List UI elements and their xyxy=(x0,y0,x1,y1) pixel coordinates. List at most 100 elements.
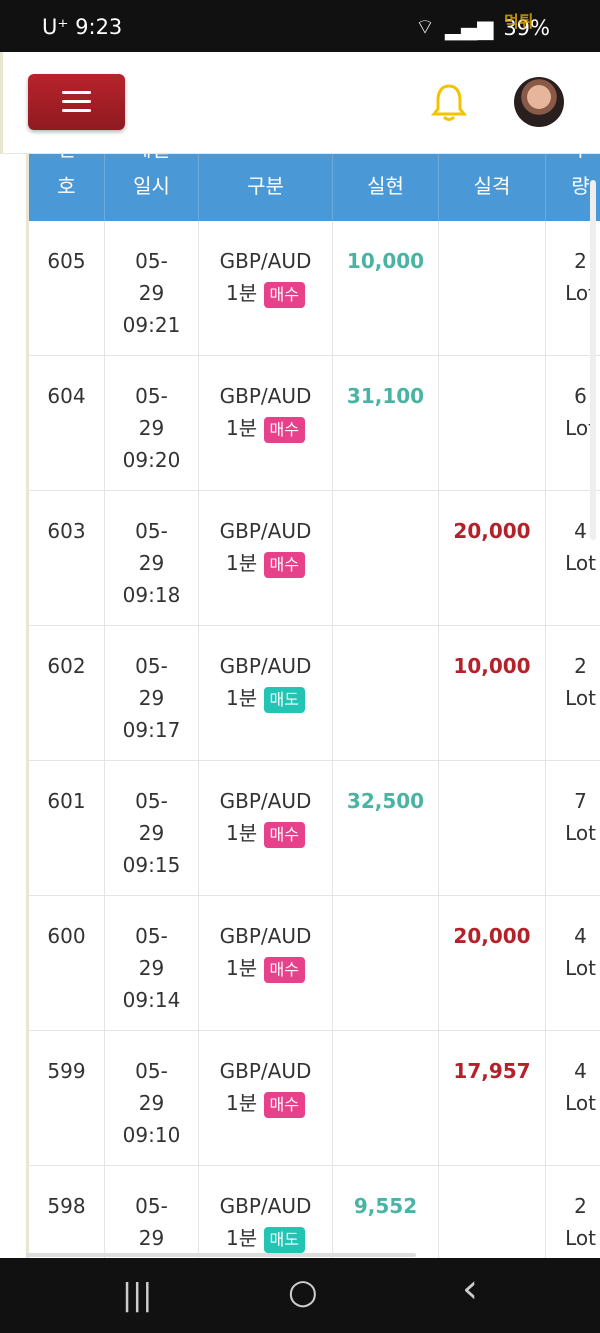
realized-gain: 32,500 xyxy=(346,789,425,813)
currency-pair: GBP/AUD xyxy=(219,1059,312,1083)
realized-loss: 17,957 xyxy=(453,1059,531,1083)
table-row[interactable]: 605 05- 29 09:21 GBP/AUD 1분 매수 10,000 2 Lot xyxy=(29,221,600,356)
trade-number: 601 xyxy=(47,789,86,813)
table-cell: GBP/AUD 1분 매수 xyxy=(199,761,333,896)
user-avatar[interactable] xyxy=(514,77,564,127)
table-cell xyxy=(439,221,546,356)
table-cell: 05- 29 09:18 xyxy=(105,491,199,626)
table-cell: 10,000 xyxy=(333,221,439,356)
realized-gain: 9,552 xyxy=(353,1194,418,1218)
currency-pair: GBP/AUD xyxy=(219,1194,312,1218)
column-header: 구분 xyxy=(199,154,333,221)
trade-day: 29 xyxy=(138,956,165,980)
table-cell: 17,957 xyxy=(439,1031,546,1166)
table-row[interactable]: 604 05- 29 09:20 GBP/AUD 1분 매수 31,100 6 Lot xyxy=(29,356,600,491)
table-cell: GBP/AUD 1분 매도 xyxy=(199,626,333,761)
trade-day: 29 xyxy=(138,1226,165,1250)
app-header xyxy=(0,52,600,154)
trade-number: 605 xyxy=(47,249,86,273)
side-badge: 매수 xyxy=(263,551,305,578)
period: 1분 xyxy=(226,956,258,980)
trade-date: 05- xyxy=(135,654,168,678)
side-badge: 매수 xyxy=(263,956,305,983)
trade-number: 603 xyxy=(47,519,86,543)
table-cell: GBP/AUD 1분 매수 xyxy=(199,491,333,626)
table-row[interactable]: 599 05- 29 09:10 GBP/AUD 1분 매수 17,957 4 Lot xyxy=(29,1031,600,1166)
watermark-logo: 먹튀 xyxy=(504,12,534,31)
trade-date: 05- xyxy=(135,1059,168,1083)
column-header: 실격 xyxy=(439,154,546,221)
table-row[interactable]: 602 05- 29 09:17 GBP/AUD 1분 매도 10,000 2 Lot xyxy=(29,626,600,761)
table-cell: 05- 29 09:14 xyxy=(105,896,199,1031)
trade-day: 29 xyxy=(138,1091,165,1115)
table-cell: 600 xyxy=(29,896,105,1031)
home-button[interactable]: ○ xyxy=(288,1272,318,1312)
quantity: 7 xyxy=(574,789,587,813)
column-header-line2: 실현 xyxy=(367,174,404,198)
table-cell: 05- 29 09:17 xyxy=(105,626,199,761)
quantity-unit: Lot xyxy=(565,1091,596,1115)
column-header-line1: 체결 xyxy=(105,154,198,162)
trade-time: 09:18 xyxy=(122,583,181,607)
quantity-unit: Lot xyxy=(565,1226,596,1250)
table-cell xyxy=(439,761,546,896)
table-row[interactable]: 601 05- 29 09:15 GBP/AUD 1분 매수 32,500 7 Lot xyxy=(29,761,600,896)
table-cell: 05- 29 09:21 xyxy=(105,221,199,356)
currency-pair: GBP/AUD xyxy=(219,789,312,813)
currency-pair: GBP/AUD xyxy=(219,519,312,543)
vertical-scrollbar[interactable] xyxy=(590,180,596,540)
quantity-unit: Lot xyxy=(565,551,596,575)
trade-time: 09:21 xyxy=(122,313,181,337)
trade-time: 09:10 xyxy=(122,1123,181,1147)
trade-time: 09:20 xyxy=(122,448,181,472)
table-row[interactable]: 598 05- 29 GBP/AUD 1분 매도 9,552 2 Lot xyxy=(29,1166,600,1258)
side-badge: 매수 xyxy=(263,281,305,308)
carrier-time: U⁺ 9:23 xyxy=(42,15,123,39)
column-header-line2: 실격 xyxy=(473,174,511,198)
trade-date: 05- xyxy=(135,384,168,408)
table-cell xyxy=(333,896,439,1031)
table-cell: 598 xyxy=(29,1166,105,1258)
trade-day: 29 xyxy=(138,551,165,575)
trade-day: 29 xyxy=(138,416,165,440)
period: 1분 xyxy=(226,1091,258,1115)
horizontal-scrollbar[interactable] xyxy=(26,1253,416,1257)
trade-history-table: 번호체결일시구분실현실격수량 60505-2909:21GBP/AUD1분 매수… xyxy=(26,154,600,1258)
table-cell: 7 Lot xyxy=(546,761,600,896)
table-cell xyxy=(333,626,439,761)
table-cell: GBP/AUD 1분 매도 xyxy=(199,1166,333,1258)
table-cell: 2 Lot xyxy=(546,1166,600,1258)
table-cell: 2 Lot xyxy=(546,626,600,761)
table-cell: 10,000 xyxy=(439,626,546,761)
table-cell xyxy=(333,491,439,626)
side-badge: 매수 xyxy=(263,821,305,848)
table-cell: 599 xyxy=(29,1031,105,1166)
period: 1분 xyxy=(226,551,258,575)
side-badge: 매수 xyxy=(263,416,305,443)
quantity: 2 xyxy=(574,654,587,678)
table-row[interactable]: 603 05- 29 09:18 GBP/AUD 1분 매수 20,000 4 Lot xyxy=(29,491,600,626)
period: 1분 xyxy=(226,821,258,845)
table-cell: 4 Lot xyxy=(546,1031,600,1166)
side-badge: 매수 xyxy=(263,1091,305,1118)
realized-loss: 20,000 xyxy=(453,924,531,948)
trade-number: 604 xyxy=(47,384,86,408)
bell-icon[interactable] xyxy=(431,82,467,122)
signal-icon: ▂▄▆ xyxy=(444,16,494,40)
trade-day: 29 xyxy=(138,686,165,710)
currency-pair: GBP/AUD xyxy=(219,924,312,948)
table-cell: 05- 29 09:10 xyxy=(105,1031,199,1166)
menu-button[interactable] xyxy=(28,74,125,130)
table-cell: 601 xyxy=(29,761,105,896)
period: 1분 xyxy=(226,416,258,440)
status-bar: U⁺ 9:23 ⌔ ▂▄▆ 39% 먹튀 xyxy=(0,0,600,52)
trade-time: 09:17 xyxy=(122,718,181,742)
column-header-line2: 호 xyxy=(57,174,76,198)
quantity: 2 xyxy=(574,1194,587,1218)
back-button[interactable]: ‹ xyxy=(462,1266,478,1312)
recent-apps-button[interactable]: ||| xyxy=(122,1278,152,1313)
column-header: 실현 xyxy=(333,154,439,221)
table-row[interactable]: 600 05- 29 09:14 GBP/AUD 1분 매수 20,000 4 Lot xyxy=(29,896,600,1031)
quantity-unit: Lot xyxy=(565,956,596,980)
android-navigation-bar: ||| ○ ‹ xyxy=(0,1258,600,1333)
